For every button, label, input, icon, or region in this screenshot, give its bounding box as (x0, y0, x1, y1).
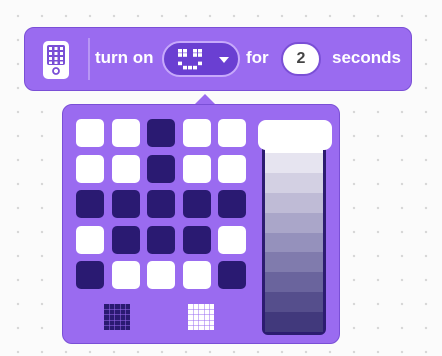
pixel-cell[interactable] (218, 225, 246, 254)
matrix-preview-pixel (183, 49, 187, 53)
pixel-cell[interactable] (147, 119, 175, 147)
matrix-preview-pixel (198, 61, 202, 66)
pixel-cell[interactable] (147, 261, 175, 289)
matrix-preview-pixel (178, 61, 182, 66)
brightness-level[interactable] (265, 212, 323, 233)
duration-input[interactable]: 2 (281, 42, 321, 76)
seconds-label: seconds (332, 48, 401, 67)
brightness-level[interactable] (265, 312, 323, 333)
brightness-slider-handle[interactable] (258, 120, 332, 150)
pixel-cell[interactable] (147, 225, 175, 254)
pixel-cell[interactable] (147, 190, 175, 218)
pixel-cell[interactable] (76, 190, 104, 218)
all-pixels-on-icon[interactable] (188, 304, 214, 330)
matrix-preview-pixel (183, 53, 187, 57)
pixel-cell[interactable] (218, 119, 246, 147)
chevron-down-icon (219, 57, 229, 63)
matrix-preview-pixel (178, 53, 182, 57)
matrix-preview-pixel (178, 49, 182, 53)
matrix-preview-pixel (198, 53, 202, 57)
matrix-preview-pixel (183, 65, 187, 70)
pixel-cell[interactable] (76, 225, 104, 254)
brightness-level[interactable] (265, 172, 323, 194)
pixel-cell[interactable] (111, 261, 140, 289)
all-pixels-off-icon[interactable] (104, 304, 130, 330)
pixel-cell[interactable] (111, 119, 140, 147)
pixel-cell[interactable] (218, 190, 246, 218)
brightness-level[interactable] (265, 232, 323, 253)
pixel-cell[interactable] (111, 225, 140, 254)
pixel-cell[interactable] (182, 261, 211, 289)
brightness-slider[interactable] (262, 130, 326, 335)
pixel-cell[interactable] (218, 154, 246, 183)
brightness-level[interactable] (265, 152, 323, 174)
brightness-level[interactable] (265, 272, 323, 293)
light-matrix-block[interactable]: turn on for 2 seconds (24, 27, 412, 91)
pixel-cell[interactable] (76, 119, 104, 147)
matrix-preview-pixel (193, 49, 197, 53)
turn-on-label: turn on (95, 48, 154, 67)
pixel-cell[interactable] (111, 190, 140, 218)
pixel-cell[interactable] (76, 261, 104, 289)
pixel-cell[interactable] (147, 154, 175, 183)
matrix-dropdown[interactable] (162, 41, 240, 77)
matrix-preview-pixel (193, 65, 197, 70)
brightness-level[interactable] (265, 192, 323, 214)
pixel-cell[interactable] (182, 225, 211, 254)
hub-device-icon (43, 41, 69, 79)
pixel-cell[interactable] (182, 154, 211, 183)
pixel-cell[interactable] (182, 190, 211, 218)
pixel-cell[interactable] (182, 119, 211, 147)
matrix-preview-icon (178, 49, 202, 70)
pixel-cell[interactable] (111, 154, 140, 183)
pixel-cell[interactable] (76, 154, 104, 183)
pixel-cell[interactable] (218, 261, 246, 289)
block-separator (88, 38, 90, 80)
matrix-preview-pixel (193, 53, 197, 57)
matrix-preview-pixel (188, 65, 192, 70)
brightness-level[interactable] (265, 292, 323, 313)
matrix-preview-pixel (198, 49, 202, 53)
brightness-level[interactable] (265, 252, 323, 273)
for-label: for (246, 48, 269, 67)
